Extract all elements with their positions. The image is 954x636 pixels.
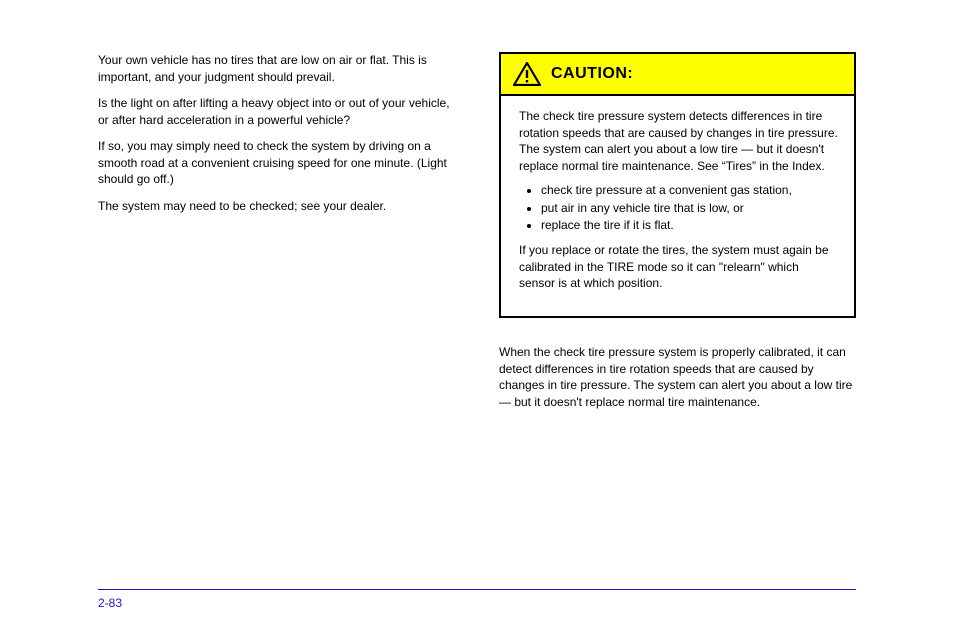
caution-lead-tail: in the Index. [759, 159, 824, 173]
warning-triangle-icon [513, 62, 541, 86]
footer-rule [98, 589, 856, 590]
left-column: Your own vehicle has no tires that are l… [98, 52, 455, 420]
caution-closing: If you replace or rotate the tires, the … [519, 242, 838, 292]
caution-list: check tire pressure at a convenient gas … [519, 182, 838, 234]
caution-label: CAUTION: [551, 65, 633, 83]
right-column: CAUTION: The check tire pressure system … [499, 52, 856, 420]
list-item: put air in any vehicle tire that is low,… [541, 200, 838, 217]
body-text: Your own vehicle has no tires that are l… [98, 52, 455, 85]
body-text: The system may need to be checked; see y… [98, 198, 455, 215]
page-footer: 2-83 [0, 589, 954, 610]
body-text: When the check tire pressure system is p… [499, 344, 856, 410]
page-number: 2-83 [98, 596, 856, 610]
caution-panel: CAUTION: The check tire pressure system … [499, 52, 856, 318]
caution-header: CAUTION: [501, 54, 854, 96]
body-text: Is the light on after lifting a heavy ob… [98, 95, 455, 128]
body-text: If so, you may simply need to check the … [98, 138, 455, 188]
caution-lead: The check tire pressure system detects d… [519, 108, 838, 174]
list-item: replace the tire if it is flat. [541, 217, 838, 234]
caution-body: The check tire pressure system detects d… [501, 96, 854, 316]
list-item: check tire pressure at a convenient gas … [541, 182, 838, 199]
caution-lead-quote: Tires [722, 159, 756, 173]
